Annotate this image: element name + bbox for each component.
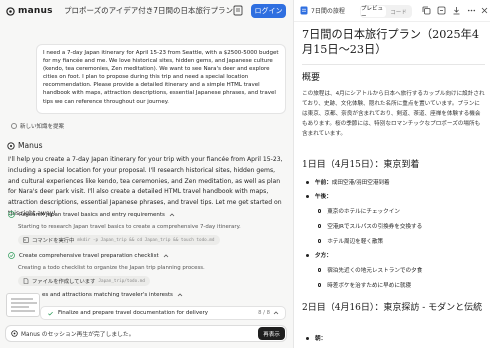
chevron-up-icon[interactable] [163,253,169,259]
day2-morning-label: 朝： [315,336,327,342]
download-icon[interactable] [452,6,461,15]
task-title: Create comprehensive travel preparation … [19,252,159,259]
status-text: Finalize and prepare travel documentatio… [58,310,208,316]
chevron-up-icon[interactable] [169,212,175,218]
document-file-name: 7日間の旅程 [311,8,345,15]
command-chip[interactable]: ファイルを作成しています Japan_trip/todo.md [18,276,150,286]
agent-header: Manus [7,141,42,150]
morning-label: 午前： [315,180,332,186]
logo[interactable]: manus [6,6,53,16]
list-item: 午後： [306,192,332,200]
task-item[interactable]: Create comprehensive travel preparation … [8,252,169,259]
file-icon [23,278,29,284]
current-task-status[interactable]: Finalize and prepare travel documentatio… [40,306,286,320]
export-icon[interactable] [437,6,446,15]
more-icon[interactable] [467,6,476,15]
list-item: ホテル周辺を軽く散策 [318,237,383,245]
afternoon-label: 午後： [315,194,332,200]
task-description: Creating a todo checklist to organize th… [18,265,205,271]
command-chip[interactable]: コマンドを実行中 mkdir -p Japan_trip && cd Japan… [18,235,220,245]
terminal-icon [23,237,29,243]
session-bar: Manus のセッション再生が完了しました。 [5,325,287,342]
task-title: Research Japan travel basics and entry r… [19,211,165,218]
command-text: Japan_trip/todo.md [98,278,145,284]
evening-label: 夕方： [315,253,332,259]
close-icon[interactable] [480,6,489,15]
chevron-up-icon[interactable] [273,310,279,316]
check-circle-icon [8,252,15,259]
document-content: 7日間の日本旅行プラン（2025年4月15日～23日） [302,27,487,57]
top-bar: manus プロポーズのアイデア付き7日間の日本旅行プラン ログイン [0,0,293,22]
command-label: コマンドを実行中 [32,238,75,244]
download-icon[interactable] [233,5,243,16]
day2-heading: 2日目（4月16日）：東京探訪 - モダンと伝統 [302,303,483,313]
check-icon [48,311,53,316]
document-title: 7日間の日本旅行プラン（2025年4月15日～23日） [302,28,479,56]
overview-text: この旅程は、4月にシアトルから日本へ旅行するカップル向けに設計されており、史跡、… [302,91,485,137]
manus-agent-icon [7,141,15,150]
view-mode-toggle: プレビュー コード [360,5,412,20]
agent-name: Manus [18,141,43,150]
document-icon [300,6,308,15]
day1-heading: 1日目（4月15日）：東京到着 [302,160,420,170]
list-item: 午前： 成田空港/羽田空港到着 [306,178,390,186]
suggest-knowledge-chip[interactable]: 新しい知識を提案 [11,121,64,131]
overview-heading: 概要 [302,73,321,83]
manus-logo-icon [6,6,15,16]
copy-icon[interactable] [422,6,431,15]
divider [302,64,485,65]
tab-code[interactable]: コード [386,6,411,17]
user-message: I need a 7-day Japan itinerary for April… [36,44,286,114]
task-item[interactable]: es and attractions matching traveler's i… [42,292,183,298]
command-text: mkdir -p Japan_trip && cd Japan_trip && … [77,237,215,243]
list-item: 空港JRでスルパスの引換券を交換する [318,222,422,230]
task-description: Starting to research Japan travel basics… [18,224,241,230]
login-button[interactable]: ログイン [251,4,286,18]
command-label: ファイルを作成しています [32,279,96,285]
chat-pane: manus プロポーズのアイデア付き7日間の日本旅行プラン ログイン I nee… [0,0,293,348]
task-title: es and attractions matching traveler's i… [42,292,173,298]
chevron-up-icon[interactable] [177,292,183,298]
list-item: 時差ボケを治すために早めに就寝 [318,281,411,289]
task-item[interactable]: Research Japan travel basics and entry r… [8,211,175,218]
tab-preview[interactable]: プレビュー [361,6,386,20]
replay-button[interactable]: 再表示 [258,327,285,340]
check-circle-icon [8,211,15,218]
computer-preview-thumbnail[interactable] [6,293,40,317]
status-count: 8 / 8 [258,310,270,316]
document-panel: 7日間の旅程 プレビュー コード 7日間の日本旅行プラン（2025年4月15日～… [293,0,490,348]
list-item: 夕方： [306,251,332,259]
list-item: 東京のホテルにチェックイン [318,207,400,215]
logo-text: manus [18,6,53,16]
list-item: 宿泊先近くの地元レストランでの夕食 [318,266,422,274]
lightbulb-icon [11,123,17,129]
suggest-chip-label: 新しい知識を提案 [20,124,65,130]
session-complete-text: Manus のセッション再生が完了しました。 [21,332,135,338]
chat-title: プロポーズのアイデア付き7日間の日本旅行プラン [64,6,234,15]
morning-text: 成田空港/羽田空港到着 [331,180,390,186]
list-item: 朝： [306,334,326,342]
manus-agent-icon [11,330,18,337]
